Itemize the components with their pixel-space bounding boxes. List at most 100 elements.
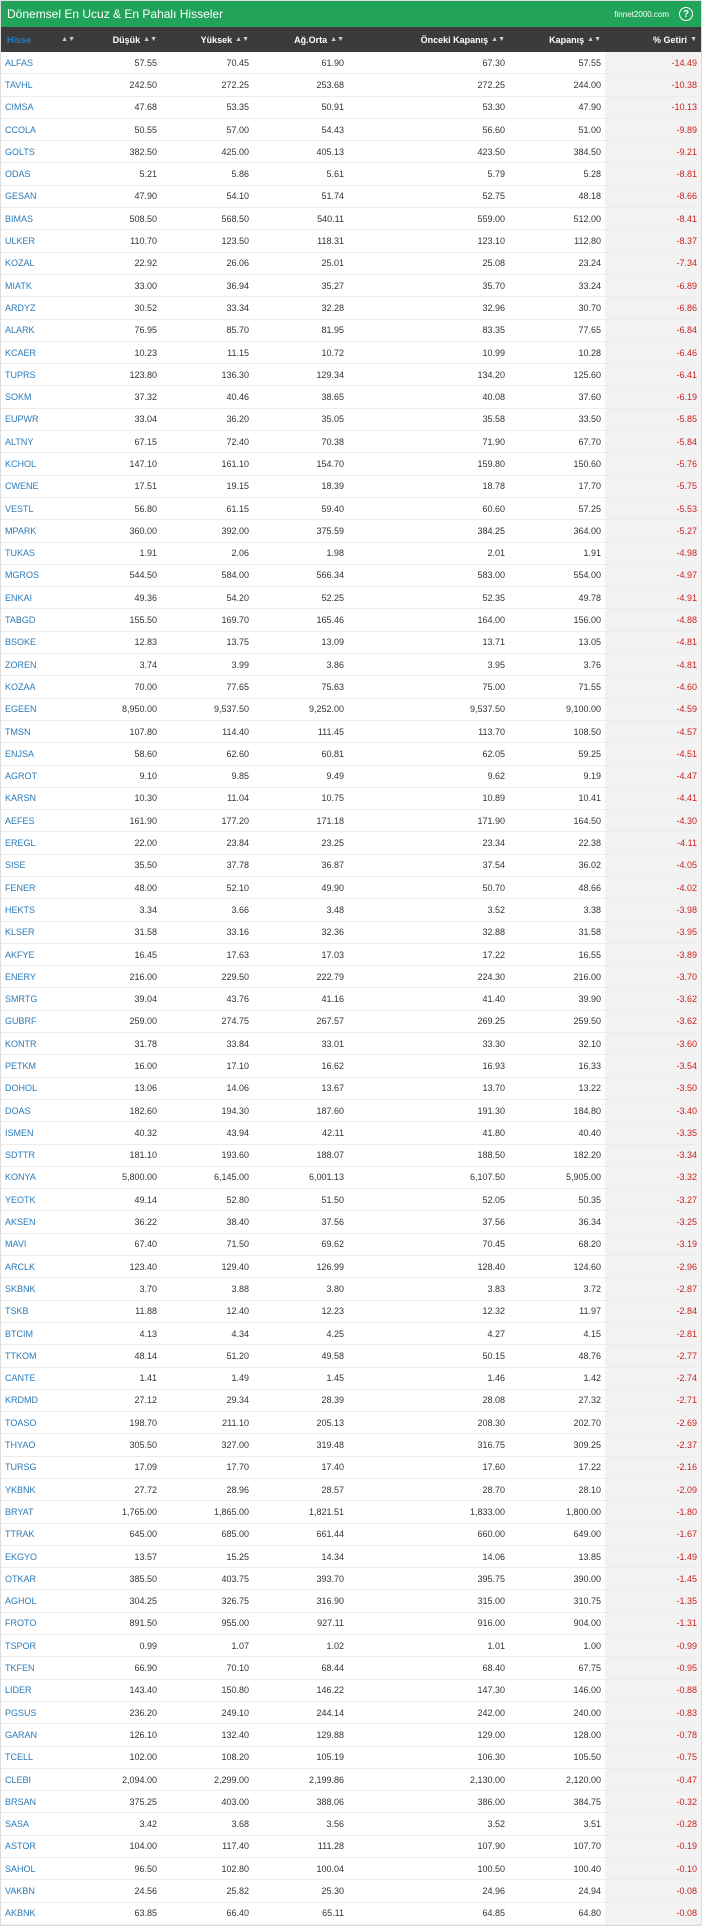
cell-symbol[interactable]: ARDYZ [1,297,81,318]
cell-symbol[interactable]: ULKER [1,230,81,251]
cell-symbol[interactable]: SOKM [1,386,81,407]
cell-symbol[interactable]: EGEEN [1,699,81,720]
cell-symbol[interactable]: DOAS [1,1100,81,1121]
cell-return: -3.89 [605,943,701,966]
cell-symbol[interactable]: CWENE [1,476,81,497]
cell-symbol[interactable]: DOHOL [1,1078,81,1099]
cell-symbol[interactable]: ENERY [1,966,81,987]
cell-symbol[interactable]: TOASO [1,1412,81,1433]
cell-symbol[interactable]: YEOTK [1,1189,81,1210]
cell-symbol[interactable]: PGSUS [1,1702,81,1723]
cell-symbol[interactable]: BRYAT [1,1501,81,1522]
cell-symbol[interactable]: TABGD [1,609,81,630]
cell-symbol[interactable]: TUPRS [1,364,81,385]
cell-symbol[interactable]: SKBNK [1,1278,81,1299]
cell-symbol[interactable]: TUKAS [1,543,81,564]
cell-symbol[interactable]: TSPOR [1,1635,81,1656]
cell-symbol[interactable]: TTRAK [1,1524,81,1545]
cell-symbol[interactable]: YKBNK [1,1479,81,1500]
cell-symbol[interactable]: VESTL [1,498,81,519]
cell-symbol[interactable]: AKBNK [1,1903,81,1924]
cell-symbol[interactable]: CLEBI [1,1769,81,1790]
cell-avg: 1.98 [326,548,344,559]
cell-symbol[interactable]: KCHOL [1,453,81,474]
cell-symbol[interactable]: EREGL [1,832,81,853]
cell-symbol[interactable]: TAVHL [1,74,81,95]
cell-symbol[interactable]: HEKTS [1,899,81,920]
cell-symbol[interactable]: KOZAL [1,253,81,274]
cell-symbol[interactable]: MPARK [1,520,81,541]
cell-close: 259.50 [573,1016,601,1027]
column-header-low[interactable]: Düşük ▲▼ [81,27,161,52]
cell-symbol[interactable]: GUBRF [1,1011,81,1032]
cell-symbol[interactable]: TKFEN [1,1657,81,1678]
cell-symbol[interactable]: KONYA [1,1167,81,1188]
cell-symbol[interactable]: ISMEN [1,1122,81,1143]
cell-symbol[interactable]: GARAN [1,1724,81,1745]
cell-symbol[interactable]: FROTO [1,1613,81,1634]
cell-symbol[interactable]: SDTTR [1,1145,81,1166]
cell-symbol[interactable]: BRSAN [1,1791,81,1812]
cell-symbol[interactable]: AGROT [1,766,81,787]
cell-symbol[interactable]: ALARK [1,320,81,341]
column-header-return[interactable]: % Getiri ▼ [605,27,701,52]
cell-symbol[interactable]: TMSN [1,721,81,742]
column-header-symbol[interactable]: Hisse ▲▼ [1,27,81,52]
brand-link[interactable]: finnet2000.com [614,10,669,19]
cell-symbol[interactable]: KCAER [1,342,81,363]
cell-symbol[interactable]: ZOREN [1,654,81,675]
column-header-high[interactable]: Yüksek ▲▼ [161,27,253,52]
cell-symbol[interactable]: KARSN [1,788,81,809]
cell-symbol[interactable]: ODAS [1,163,81,184]
cell-symbol[interactable]: SISE [1,855,81,876]
cell-symbol[interactable]: MAVI [1,1234,81,1255]
cell-symbol[interactable]: BSOKE [1,632,81,653]
cell-symbol[interactable]: SAHOL [1,1858,81,1879]
cell-symbol[interactable]: SMRTG [1,988,81,1009]
cell-symbol[interactable]: TURSG [1,1457,81,1478]
cell-return: -2.16 [605,1456,701,1478]
cell-symbol[interactable]: BTCIM [1,1323,81,1344]
cell-symbol[interactable]: GOLTS [1,141,81,162]
cell-symbol[interactable]: TSKB [1,1301,81,1322]
cell-symbol[interactable]: ASTOR [1,1836,81,1857]
cell-symbol[interactable]: EKGYO [1,1546,81,1567]
table-row: BRSAN 375.25 403.00 388.06 386.00 384.75 -0.32 [1,1791,701,1814]
cell-symbol[interactable]: CCOLA [1,119,81,140]
cell-symbol[interactable]: KOZAA [1,676,81,697]
cell-symbol[interactable]: GESAN [1,186,81,207]
cell-symbol[interactable]: BIMAS [1,208,81,229]
column-header-prev-close[interactable]: Önceki Kapanış ▲▼ [348,27,509,52]
cell-symbol[interactable]: THYAO [1,1434,81,1455]
cell-symbol[interactable]: ALFAS [1,52,81,73]
cell-symbol[interactable]: ARCLK [1,1256,81,1277]
cell-return: -0.83 [605,1701,701,1724]
help-icon[interactable]: ? [679,7,693,21]
cell-symbol[interactable]: TTKOM [1,1345,81,1366]
cell-symbol[interactable]: TCELL [1,1747,81,1768]
cell-symbol[interactable]: EUPWR [1,409,81,430]
cell-symbol[interactable]: AGHOL [1,1590,81,1611]
cell-symbol[interactable]: KLSER [1,922,81,943]
cell-symbol[interactable]: KRDMD [1,1390,81,1411]
cell-symbol[interactable]: CANTE [1,1368,81,1389]
cell-symbol[interactable]: SASA [1,1813,81,1834]
cell-symbol[interactable]: AKSEN [1,1211,81,1232]
cell-symbol[interactable]: ALTNY [1,431,81,452]
column-header-avg[interactable]: Ağ.Orta ▲▼ [253,27,348,52]
cell-symbol[interactable]: KONTR [1,1033,81,1054]
cell-symbol[interactable]: AKFYE [1,944,81,965]
cell-symbol[interactable]: VAKBN [1,1880,81,1901]
cell-symbol[interactable]: ENKAI [1,587,81,608]
cell-symbol[interactable]: OTKAR [1,1568,81,1589]
cell-symbol[interactable]: MGROS [1,565,81,586]
cell-symbol[interactable]: PETKM [1,1055,81,1076]
cell-symbol[interactable]: MIATK [1,275,81,296]
column-header-close[interactable]: Kapanış ▲▼ [509,27,605,52]
cell-symbol[interactable]: ENJSA [1,743,81,764]
cell-symbol[interactable]: LIDER [1,1680,81,1701]
cell-symbol[interactable]: CIMSA [1,97,81,118]
cell-symbol[interactable]: FENER [1,877,81,898]
cell-symbol[interactable]: AEFES [1,810,81,831]
cell-close: 37.60 [578,392,601,403]
